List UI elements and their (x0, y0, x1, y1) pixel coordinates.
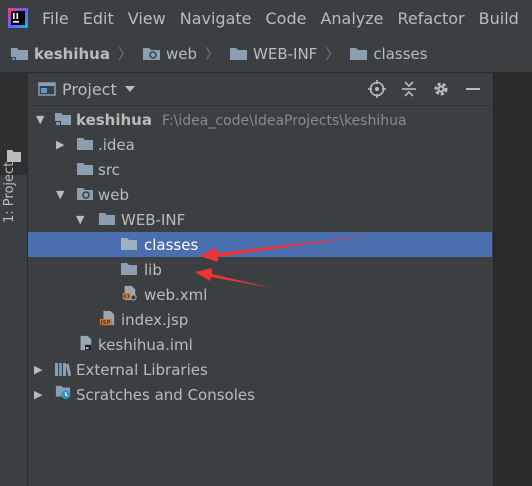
project-view-icon (38, 82, 56, 96)
tree-node-scratches[interactable]: ▶ Scratches and Consoles (28, 382, 492, 407)
menu-code[interactable]: Code (264, 9, 309, 28)
breadcrumb-separator: 〉 (205, 47, 220, 63)
folder-icon (230, 48, 248, 60)
tree-node-label: .idea (98, 135, 135, 154)
library-icon (55, 363, 72, 377)
tree-node-web-inf[interactable]: ▼ WEB-INF (28, 207, 492, 232)
breadcrumb-item-web-inf[interactable]: WEB-INF 〉 (229, 44, 339, 64)
tree-node-iml[interactable]: keshihua.iml (28, 332, 492, 357)
intellij-logo-icon (8, 8, 28, 28)
breadcrumb-separator: 〉 (325, 47, 340, 63)
tree-node-label: WEB-INF (121, 210, 186, 229)
collapsed-arrow-icon[interactable]: ▶ (34, 363, 42, 376)
project-panel-title[interactable]: Project (62, 80, 117, 99)
module-folder-icon (55, 113, 71, 126)
collapsed-arrow-icon[interactable]: ▶ (56, 138, 64, 151)
tree-node-label: Scratches and Consoles (76, 385, 255, 404)
menu-refactor[interactable]: Refactor (396, 9, 467, 28)
module-folder-icon (11, 48, 28, 61)
tree-node-label: External Libraries (76, 360, 208, 379)
web-folder-icon (77, 188, 93, 200)
menu-view[interactable]: View (126, 9, 168, 28)
breadcrumb-item-web[interactable]: web 〉 (142, 44, 219, 64)
minimize-icon[interactable] (460, 76, 486, 102)
xml-file-icon (122, 285, 137, 301)
menu-bar: File Edit View Navigate Code Analyze Ref… (0, 0, 532, 36)
project-panel: Project ▼ keshihua F:\idea_code\IdeaProje… (28, 73, 492, 486)
menu-build[interactable]: Build (477, 9, 521, 28)
tree-node-web-xml[interactable]: web.xml (28, 282, 492, 307)
tree-node-external-libraries[interactable]: ▶ External Libraries (28, 357, 492, 382)
tree-node-label: web.xml (144, 285, 208, 304)
tree-node-label: lib (144, 260, 162, 279)
expand-arrow-icon[interactable]: ▼ (76, 213, 84, 226)
project-tool-tab[interactable]: 1: Project (0, 73, 27, 223)
jsp-file-icon: JSP (100, 310, 115, 326)
locate-icon[interactable] (364, 76, 390, 102)
menu-navigate[interactable]: Navigate (178, 9, 254, 28)
iml-file-icon (80, 335, 92, 351)
menu-file[interactable]: File (40, 9, 71, 28)
scratches-icon (55, 385, 71, 400)
project-tool-tab-label: 1: Project (2, 161, 17, 223)
gear-icon[interactable] (428, 76, 454, 102)
tree-node-label: keshihua.iml (98, 335, 193, 354)
breadcrumb: keshihua 〉 web 〉 WEB-INF 〉 classes (0, 36, 532, 73)
triangle-down-icon[interactable] (124, 85, 135, 93)
menu-edit[interactable]: Edit (81, 9, 116, 28)
svg-text:JSP: JSP (100, 320, 111, 326)
folder-icon (121, 238, 137, 250)
collapsed-arrow-icon[interactable]: ▶ (34, 388, 42, 401)
folder-icon (350, 48, 368, 60)
expand-arrow-icon[interactable]: ▼ (56, 188, 64, 201)
folder-icon (77, 163, 93, 175)
breadcrumb-item-keshihua[interactable]: keshihua 〉 (10, 44, 132, 64)
collapse-all-icon[interactable] (396, 76, 422, 102)
project-panel-header: Project (28, 73, 492, 106)
folder-icon (77, 138, 93, 150)
tree-node-label: index.jsp (121, 310, 189, 329)
folder-icon (7, 150, 21, 162)
breadcrumb-separator: 〉 (117, 47, 132, 63)
tree-node-classes[interactable]: classes (28, 232, 492, 257)
folder-icon (99, 213, 115, 225)
web-folder-icon (142, 48, 160, 60)
tree-node-label: src (98, 160, 120, 179)
project-path: F:\idea_code\IdeaProjects\keshihua (161, 112, 407, 129)
tree-node-src[interactable]: src (28, 157, 492, 182)
menu-analyze[interactable]: Analyze (318, 9, 385, 28)
tree-node-keshihua[interactable]: ▼ keshihua F:\idea_code\IdeaProjects\kesh… (28, 107, 492, 132)
editor-area[interactable] (493, 73, 532, 486)
folder-icon (121, 263, 137, 275)
tree-node-idea[interactable]: ▶ .idea (28, 132, 492, 157)
breadcrumb-item-classes[interactable]: classes (349, 45, 428, 63)
panel-toolbar (358, 73, 486, 105)
tree-node-web[interactable]: ▼ web (28, 182, 492, 207)
tree-node-lib[interactable]: lib (28, 257, 492, 282)
tree-node-label: web (98, 185, 130, 204)
expand-arrow-icon[interactable]: ▼ (36, 113, 44, 126)
tree-node-label: classes (144, 235, 199, 254)
tree-node-label: keshihua (76, 110, 152, 129)
tree-node-index-jsp[interactable]: JSP index.jsp (28, 307, 492, 332)
